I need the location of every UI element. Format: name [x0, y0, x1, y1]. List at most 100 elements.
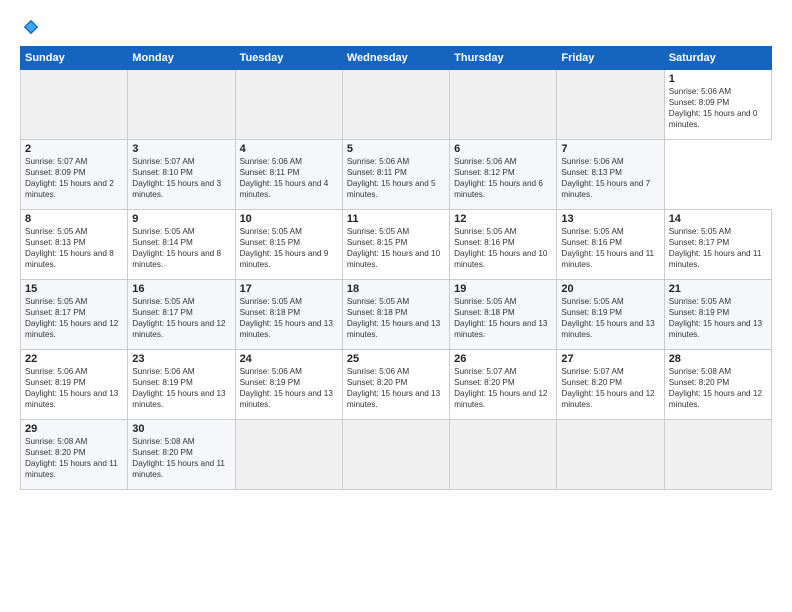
day-number: 19 — [454, 283, 552, 295]
calendar-cell: 23Sunrise: 5:06 AMSunset: 8:19 PMDayligh… — [128, 350, 235, 420]
day-number: 16 — [132, 283, 230, 295]
day-number: 8 — [25, 213, 123, 225]
day-info: Sunrise: 5:07 AMSunset: 8:09 PMDaylight:… — [25, 156, 123, 200]
calendar-cell: 11Sunrise: 5:05 AMSunset: 8:15 PMDayligh… — [342, 210, 449, 280]
calendar-cell: 30Sunrise: 5:08 AMSunset: 8:20 PMDayligh… — [128, 420, 235, 490]
calendar-cell: 29Sunrise: 5:08 AMSunset: 8:20 PMDayligh… — [21, 420, 128, 490]
calendar-cell — [342, 70, 449, 140]
day-number: 30 — [132, 423, 230, 435]
calendar-cell: 13Sunrise: 5:05 AMSunset: 8:16 PMDayligh… — [557, 210, 664, 280]
day-info: Sunrise: 5:06 AMSunset: 8:20 PMDaylight:… — [347, 366, 445, 410]
calendar-cell: 28Sunrise: 5:08 AMSunset: 8:20 PMDayligh… — [664, 350, 771, 420]
calendar-cell: 17Sunrise: 5:05 AMSunset: 8:18 PMDayligh… — [235, 280, 342, 350]
day-number: 9 — [132, 213, 230, 225]
day-number: 3 — [132, 143, 230, 155]
day-number: 13 — [561, 213, 659, 225]
calendar-cell: 26Sunrise: 5:07 AMSunset: 8:20 PMDayligh… — [450, 350, 557, 420]
calendar-day-header: Sunday — [21, 47, 128, 70]
header — [20, 18, 772, 36]
day-number: 27 — [561, 353, 659, 365]
day-info: Sunrise: 5:05 AMSunset: 8:16 PMDaylight:… — [454, 226, 552, 270]
day-info: Sunrise: 5:05 AMSunset: 8:18 PMDaylight:… — [454, 296, 552, 340]
day-number: 7 — [561, 143, 659, 155]
calendar-cell: 19Sunrise: 5:05 AMSunset: 8:18 PMDayligh… — [450, 280, 557, 350]
day-info: Sunrise: 5:05 AMSunset: 8:17 PMDaylight:… — [25, 296, 123, 340]
day-info: Sunrise: 5:06 AMSunset: 8:13 PMDaylight:… — [561, 156, 659, 200]
calendar-table: SundayMondayTuesdayWednesdayThursdayFrid… — [20, 46, 772, 490]
calendar-cell: 18Sunrise: 5:05 AMSunset: 8:18 PMDayligh… — [342, 280, 449, 350]
calendar-cell: 21Sunrise: 5:05 AMSunset: 8:19 PMDayligh… — [664, 280, 771, 350]
day-number: 28 — [669, 353, 767, 365]
calendar-header-row: SundayMondayTuesdayWednesdayThursdayFrid… — [21, 47, 772, 70]
day-number: 20 — [561, 283, 659, 295]
calendar-cell: 15Sunrise: 5:05 AMSunset: 8:17 PMDayligh… — [21, 280, 128, 350]
calendar-cell: 27Sunrise: 5:07 AMSunset: 8:20 PMDayligh… — [557, 350, 664, 420]
calendar-cell: 5Sunrise: 5:06 AMSunset: 8:11 PMDaylight… — [342, 140, 449, 210]
logo-icon — [22, 18, 40, 36]
calendar-cell: 14Sunrise: 5:05 AMSunset: 8:17 PMDayligh… — [664, 210, 771, 280]
day-info: Sunrise: 5:05 AMSunset: 8:14 PMDaylight:… — [132, 226, 230, 270]
day-number: 11 — [347, 213, 445, 225]
day-info: Sunrise: 5:05 AMSunset: 8:16 PMDaylight:… — [561, 226, 659, 270]
day-info: Sunrise: 5:07 AMSunset: 8:20 PMDaylight:… — [454, 366, 552, 410]
calendar-cell — [557, 70, 664, 140]
day-number: 24 — [240, 353, 338, 365]
day-info: Sunrise: 5:05 AMSunset: 8:18 PMDaylight:… — [347, 296, 445, 340]
day-info: Sunrise: 5:05 AMSunset: 8:13 PMDaylight:… — [25, 226, 123, 270]
day-number: 10 — [240, 213, 338, 225]
day-info: Sunrise: 5:06 AMSunset: 8:19 PMDaylight:… — [25, 366, 123, 410]
calendar-cell: 24Sunrise: 5:06 AMSunset: 8:19 PMDayligh… — [235, 350, 342, 420]
calendar-cell: 20Sunrise: 5:05 AMSunset: 8:19 PMDayligh… — [557, 280, 664, 350]
calendar-cell: 10Sunrise: 5:05 AMSunset: 8:15 PMDayligh… — [235, 210, 342, 280]
calendar-cell — [235, 420, 342, 490]
calendar-cell: 9Sunrise: 5:05 AMSunset: 8:14 PMDaylight… — [128, 210, 235, 280]
calendar-day-header: Friday — [557, 47, 664, 70]
calendar-cell: 4Sunrise: 5:06 AMSunset: 8:11 PMDaylight… — [235, 140, 342, 210]
day-number: 12 — [454, 213, 552, 225]
page: SundayMondayTuesdayWednesdayThursdayFrid… — [0, 0, 792, 612]
day-number: 29 — [25, 423, 123, 435]
calendar-cell — [21, 70, 128, 140]
day-info: Sunrise: 5:08 AMSunset: 8:20 PMDaylight:… — [25, 436, 123, 480]
day-info: Sunrise: 5:06 AMSunset: 8:11 PMDaylight:… — [347, 156, 445, 200]
calendar-cell: 1Sunrise: 5:06 AMSunset: 8:09 PMDaylight… — [664, 70, 771, 140]
day-info: Sunrise: 5:05 AMSunset: 8:19 PMDaylight:… — [561, 296, 659, 340]
calendar-week-row: 1Sunrise: 5:06 AMSunset: 8:09 PMDaylight… — [21, 70, 772, 140]
calendar-cell: 22Sunrise: 5:06 AMSunset: 8:19 PMDayligh… — [21, 350, 128, 420]
calendar-cell: 8Sunrise: 5:05 AMSunset: 8:13 PMDaylight… — [21, 210, 128, 280]
day-info: Sunrise: 5:08 AMSunset: 8:20 PMDaylight:… — [669, 366, 767, 410]
day-number: 2 — [25, 143, 123, 155]
day-info: Sunrise: 5:06 AMSunset: 8:11 PMDaylight:… — [240, 156, 338, 200]
calendar-cell — [342, 420, 449, 490]
day-number: 14 — [669, 213, 767, 225]
day-number: 17 — [240, 283, 338, 295]
day-info: Sunrise: 5:05 AMSunset: 8:17 PMDaylight:… — [132, 296, 230, 340]
calendar-day-header: Wednesday — [342, 47, 449, 70]
calendar-cell — [128, 70, 235, 140]
day-info: Sunrise: 5:05 AMSunset: 8:19 PMDaylight:… — [669, 296, 767, 340]
calendar-cell: 12Sunrise: 5:05 AMSunset: 8:16 PMDayligh… — [450, 210, 557, 280]
calendar-cell — [235, 70, 342, 140]
day-number: 18 — [347, 283, 445, 295]
calendar-cell: 7Sunrise: 5:06 AMSunset: 8:13 PMDaylight… — [557, 140, 664, 210]
day-number: 25 — [347, 353, 445, 365]
calendar-cell: 25Sunrise: 5:06 AMSunset: 8:20 PMDayligh… — [342, 350, 449, 420]
day-number: 15 — [25, 283, 123, 295]
calendar-day-header: Saturday — [664, 47, 771, 70]
calendar-cell: 6Sunrise: 5:06 AMSunset: 8:12 PMDaylight… — [450, 140, 557, 210]
calendar-week-row: 22Sunrise: 5:06 AMSunset: 8:19 PMDayligh… — [21, 350, 772, 420]
day-info: Sunrise: 5:07 AMSunset: 8:10 PMDaylight:… — [132, 156, 230, 200]
day-info: Sunrise: 5:07 AMSunset: 8:20 PMDaylight:… — [561, 366, 659, 410]
calendar-week-row: 2Sunrise: 5:07 AMSunset: 8:09 PMDaylight… — [21, 140, 772, 210]
day-info: Sunrise: 5:05 AMSunset: 8:17 PMDaylight:… — [669, 226, 767, 270]
day-number: 26 — [454, 353, 552, 365]
day-number: 1 — [669, 73, 767, 85]
calendar-week-row: 15Sunrise: 5:05 AMSunset: 8:17 PMDayligh… — [21, 280, 772, 350]
calendar-day-header: Thursday — [450, 47, 557, 70]
calendar-cell — [664, 420, 771, 490]
day-info: Sunrise: 5:05 AMSunset: 8:15 PMDaylight:… — [347, 226, 445, 270]
day-number: 22 — [25, 353, 123, 365]
calendar-cell: 2Sunrise: 5:07 AMSunset: 8:09 PMDaylight… — [21, 140, 128, 210]
day-number: 21 — [669, 283, 767, 295]
logo — [20, 18, 40, 36]
